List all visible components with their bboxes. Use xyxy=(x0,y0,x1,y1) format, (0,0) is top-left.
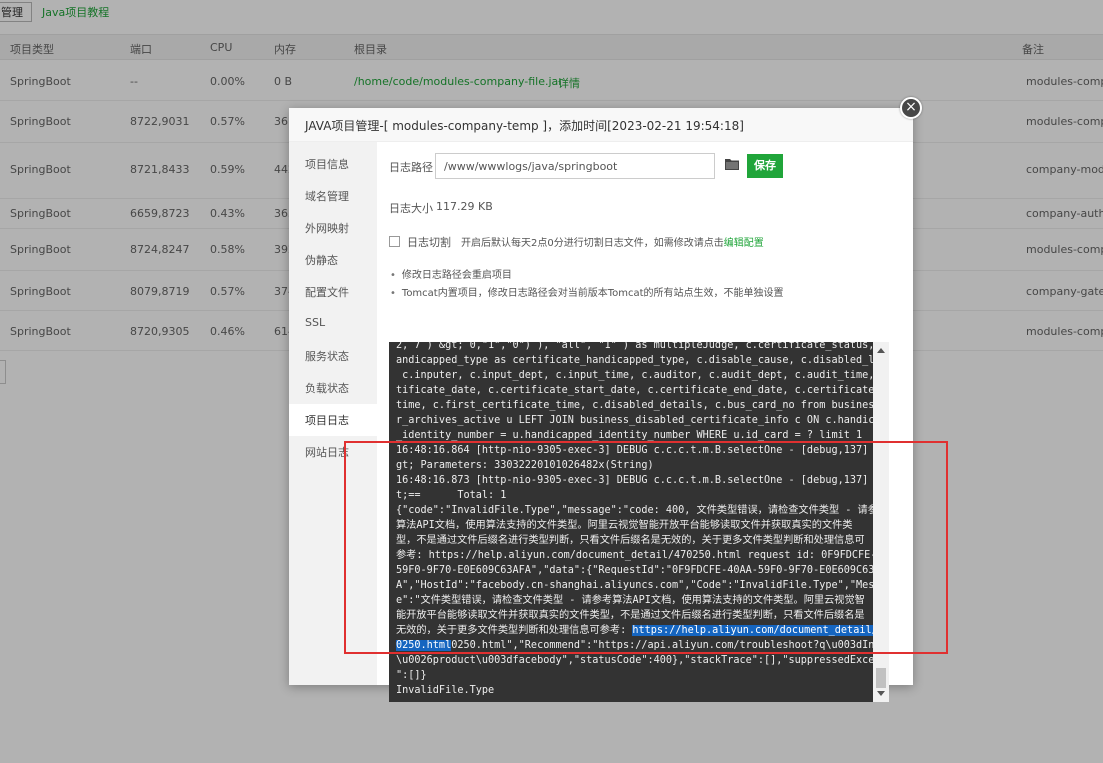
close-icon: × xyxy=(905,99,917,115)
log-line: \u0026product\u003dfacebody","statusCode… xyxy=(396,655,885,666)
save-button[interactable]: 保存 xyxy=(747,154,783,178)
scroll-down-arrow-icon[interactable] xyxy=(877,691,885,696)
modal-title: JAVA项目管理-[ modules-company-temp ]，添加时间[2… xyxy=(289,108,913,142)
sidebar-item-external-mapping[interactable]: 外网映射 xyxy=(289,212,377,244)
log-line: InvalidFile.Type xyxy=(396,685,495,696)
sidebar-item-domain[interactable]: 域名管理 xyxy=(289,180,377,212)
log-line: r_archives_active u LEFT JOIN business_d… xyxy=(396,415,885,426)
log-line: c.inputer, c.input_dept, c.input_time, c… xyxy=(396,370,885,381)
edit-config-link[interactable]: 编辑配置 xyxy=(724,238,764,249)
scroll-thumb[interactable] xyxy=(876,668,886,688)
sidebar-item-service-status[interactable]: 服务状态 xyxy=(289,340,377,372)
close-button[interactable]: × xyxy=(900,97,922,119)
note-restart: 修改日志路径会重启项目 xyxy=(390,266,512,281)
log-size-label: 日志大小 xyxy=(389,202,433,215)
log-line: andicapped_type as certificate_handicapp… xyxy=(396,355,885,366)
log-line: time, c.first_certificate_time, c.disabl… xyxy=(396,400,885,411)
log-rotate-label: 日志切割 xyxy=(407,236,451,249)
sidebar-item-project-info[interactable]: 项目信息 xyxy=(289,148,377,180)
sidebar-item-load-status[interactable]: 负载状态 xyxy=(289,372,377,404)
log-line: 2, 7 ) &gt; 0,"1","0") ), "all", "1" ) a… xyxy=(396,342,885,351)
log-rotate-description: 开启后默认每天2点0分进行切割日志文件，如需修改请点击编辑配置 xyxy=(461,234,764,249)
annotation-highlight-box xyxy=(344,441,948,654)
log-size-value: 117.29 KB xyxy=(436,200,493,213)
note-tomcat: Tomcat内置项目，修改日志路径会对当前版本Tomcat的所有站点生效，不能单… xyxy=(390,284,784,299)
sidebar-item-rewrite[interactable]: 伪静态 xyxy=(289,244,377,276)
sidebar-item-config-file[interactable]: 配置文件 xyxy=(289,276,377,308)
log-rotate-text: 开启后默认每天2点0分进行切割日志文件，如需修改请点击 xyxy=(461,238,724,249)
scroll-up-arrow-icon[interactable] xyxy=(877,348,885,353)
sidebar-item-ssl[interactable]: SSL xyxy=(289,308,377,340)
log-path-label: 日志路径 xyxy=(389,161,433,174)
folder-icon[interactable] xyxy=(725,158,739,170)
sidebar-item-project-log[interactable]: 项目日志 xyxy=(289,404,377,436)
log-line: ":[]} xyxy=(396,670,427,681)
log-path-input[interactable] xyxy=(435,153,715,179)
log-rotate-checkbox[interactable] xyxy=(389,236,400,247)
log-line: tificate_date, c.certificate_start_date,… xyxy=(396,385,885,396)
